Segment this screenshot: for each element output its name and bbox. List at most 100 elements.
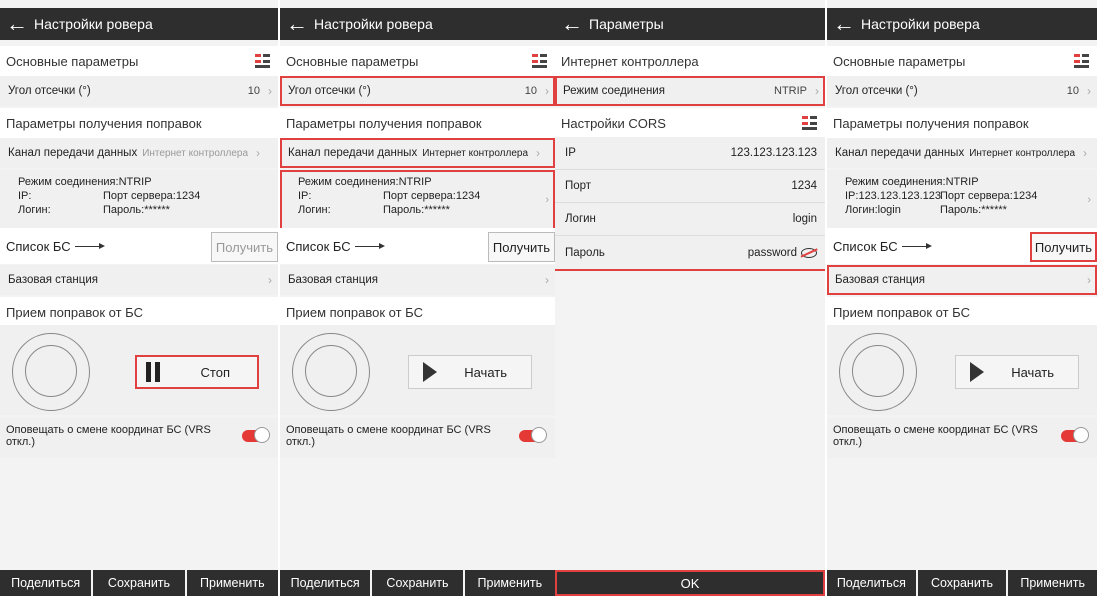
cutoff-label: Угол отсечки (°): [8, 85, 91, 97]
list-icon[interactable]: [255, 54, 270, 68]
share-button[interactable]: Поделиться: [280, 570, 371, 596]
get-button[interactable]: Получить: [487, 232, 555, 262]
connection-mode-label: Режим соединения: [563, 85, 665, 97]
apply-button[interactable]: Применить: [186, 570, 278, 596]
data-channel-row[interactable]: Канал передачи данных Интернет контролле…: [0, 138, 278, 168]
login-text: Логин:: [18, 204, 51, 216]
save-button[interactable]: Сохранить: [372, 570, 463, 596]
back-arrow-icon[interactable]: ←: [280, 8, 314, 40]
password-field[interactable]: Пароль password: [555, 236, 825, 269]
chevron-right-icon: ›: [545, 84, 549, 98]
cors-fields-group: IP 123.123.123.123 Порт 1234 Логин login…: [555, 137, 825, 271]
chevron-right-icon: ›: [1087, 273, 1091, 287]
connection-mode-text: Режим соединения:NTRIP: [18, 176, 152, 188]
data-channel-row[interactable]: Канал передачи данных Интернет контролле…: [827, 138, 1097, 168]
ntrip-info-block[interactable]: Режим соединения:NTRIP IP:123.123.123.12…: [827, 170, 1097, 230]
ntrip-info-block[interactable]: Режим соединения:NTRIP IP: Порт сервера:1…: [0, 170, 278, 230]
corrections-section: Параметры получения поправок: [0, 108, 278, 138]
bs-list-row: Список БС Получить: [827, 228, 1097, 264]
parameters-panel: ← Параметры Интернет контроллера Режим с…: [555, 0, 825, 596]
chevron-right-icon: ›: [536, 146, 541, 160]
chevron-right-icon: ›: [545, 273, 549, 287]
port-text: Порт сервера:1234: [940, 190, 1038, 202]
login-value: login: [792, 213, 817, 225]
back-arrow-icon[interactable]: ←: [0, 8, 34, 40]
chevron-right-icon: ›: [268, 273, 272, 287]
app-header: ← Настройки ровера: [0, 8, 278, 40]
cutoff-value: 10: [247, 85, 260, 97]
get-button[interactable]: Получить: [1029, 232, 1097, 262]
footer-bar: Поделиться Сохранить Применить: [827, 570, 1097, 596]
channel-value: Интернет контроллера: [142, 147, 249, 159]
login-text: Логин:: [298, 204, 331, 216]
eye-hidden-icon[interactable]: [801, 247, 817, 258]
cutoff-value: 10: [524, 85, 537, 97]
ok-button[interactable]: OK: [555, 570, 825, 596]
notify-toggle[interactable]: [1061, 427, 1089, 443]
notify-toggle[interactable]: [242, 427, 270, 443]
port-text: Порт сервера:1234: [383, 190, 481, 202]
apply-button[interactable]: Применить: [1008, 570, 1097, 596]
receive-section: Прием поправок от БС: [827, 297, 1097, 327]
stop-button[interactable]: Стоп: [135, 355, 259, 389]
section-title: Основные параметры: [286, 53, 419, 69]
share-button[interactable]: Поделиться: [0, 570, 92, 596]
bs-list-row: Список БС Получить: [280, 228, 555, 264]
back-arrow-icon[interactable]: ←: [555, 8, 589, 40]
save-button[interactable]: Сохранить: [917, 570, 1007, 596]
chevron-right-icon: ›: [268, 84, 272, 98]
connection-mode-text: Режим соединения:NTRIP: [845, 176, 979, 188]
play-icon: [970, 362, 984, 382]
play-icon: [423, 362, 437, 382]
status-circles: Начать: [827, 325, 1097, 415]
footer-bar: Поделиться Сохранить Применить: [280, 570, 555, 596]
list-icon[interactable]: [1074, 54, 1089, 68]
port-field[interactable]: Порт 1234: [555, 170, 825, 203]
arrow-right-icon: [354, 242, 385, 249]
apply-button[interactable]: Применить: [464, 570, 555, 596]
share-button[interactable]: Поделиться: [827, 570, 916, 596]
base-station-row[interactable]: Базовая станция ›: [827, 265, 1097, 295]
list-icon[interactable]: [802, 116, 817, 130]
base-station-row[interactable]: Базовая станция ›: [280, 265, 555, 295]
list-icon[interactable]: [532, 54, 547, 68]
cutoff-angle-row[interactable]: Угол отсечки (°) 10 ›: [0, 76, 278, 106]
rover-settings-panel-4: ← Настройки ровера Основные параметры Уг…: [827, 0, 1097, 596]
status-circles: Начать: [280, 325, 555, 415]
ip-label: IP: [565, 147, 576, 159]
notify-toggle[interactable]: [519, 427, 547, 443]
ip-text: IP:: [18, 190, 32, 202]
connection-mode-text: Режим соединения:NTRIP: [298, 176, 432, 188]
channel-value: Интернет контроллера: [969, 147, 1076, 159]
channel-label: Канал передачи данных: [835, 147, 965, 159]
back-arrow-icon[interactable]: ←: [827, 8, 861, 40]
section-title: Прием поправок от БС: [6, 304, 143, 320]
footer-bar: Поделиться Сохранить Применить: [0, 570, 278, 596]
data-channel-row[interactable]: Канал передачи данных Интернет контролле…: [280, 138, 555, 168]
start-label: Начать: [1011, 364, 1054, 380]
start-button[interactable]: Начать: [408, 355, 532, 389]
ip-field[interactable]: IP 123.123.123.123: [555, 137, 825, 170]
cutoff-label: Угол отсечки (°): [288, 85, 371, 97]
receive-section: Прием поправок от БС: [280, 297, 555, 327]
corrections-section: Параметры получения поправок: [827, 108, 1097, 138]
section-title: Параметры получения поправок: [286, 115, 482, 131]
port-text: Порт сервера:1234: [103, 190, 201, 202]
get-button[interactable]: Получить: [210, 232, 278, 262]
connection-mode-row[interactable]: Режим соединения NTRIP ›: [555, 76, 825, 106]
connection-mode-value: NTRIP: [774, 85, 807, 97]
base-station-row[interactable]: Базовая станция ›: [0, 265, 278, 295]
ntrip-info-block[interactable]: Режим соединения:NTRIP IP: Порт сервера:1…: [280, 170, 555, 230]
start-label: Начать: [464, 364, 507, 380]
login-label: Логин: [565, 213, 596, 225]
save-button[interactable]: Сохранить: [93, 570, 185, 596]
pause-icon: [146, 362, 160, 382]
cutoff-angle-row[interactable]: Угол отсечки (°) 10 ›: [827, 76, 1097, 106]
section-title: Настройки CORS: [561, 115, 666, 131]
page-title: Параметры: [589, 16, 664, 32]
start-button[interactable]: Начать: [955, 355, 1079, 389]
login-field[interactable]: Логин login: [555, 203, 825, 236]
chevron-right-icon: ›: [815, 84, 819, 98]
ip-text: IP:123.123.123.123: [845, 190, 942, 202]
cutoff-angle-row[interactable]: Угол отсечки (°) 10 ›: [280, 76, 555, 106]
